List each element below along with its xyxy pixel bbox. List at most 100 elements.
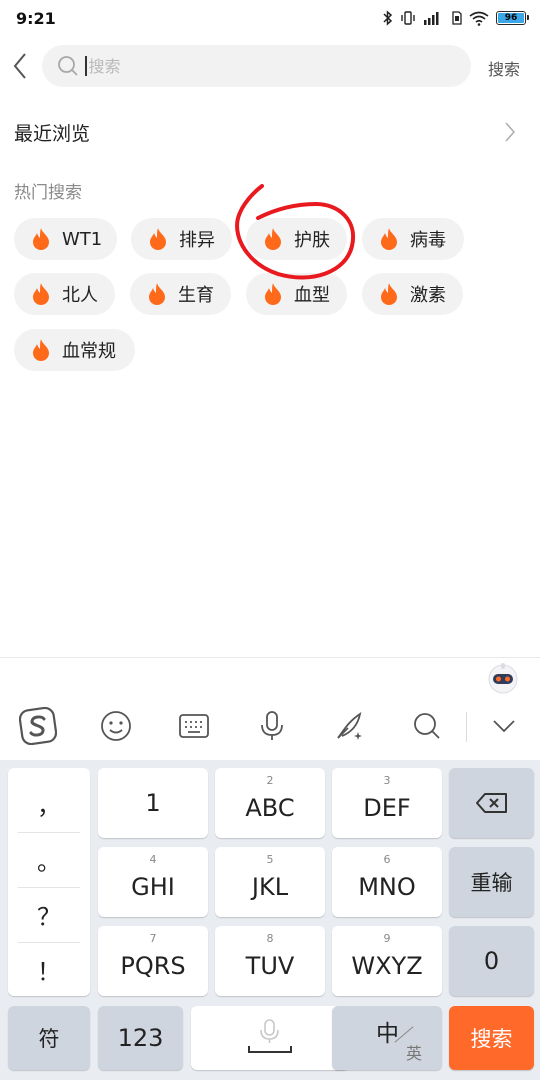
key-8[interactable]: 8 TUV <box>215 926 325 996</box>
reenter-key[interactable]: 重输 <box>449 847 534 917</box>
recent-browsing-row[interactable]: 最近浏览 <box>0 110 540 154</box>
wifi-icon <box>469 10 489 26</box>
key-exclamation[interactable]: ！ <box>18 942 80 997</box>
search-icon <box>414 713 440 739</box>
key-sub-label: 4 <box>149 853 157 866</box>
search-header: 搜索 <box>0 44 540 88</box>
flame-icon <box>33 283 49 305</box>
hide-keyboard-button[interactable] <box>484 706 524 746</box>
hot-tag-label: 生育 <box>178 285 214 306</box>
quill-icon <box>337 712 362 740</box>
key-2[interactable]: 2 ABC <box>215 768 325 838</box>
sogou-logo-button[interactable] <box>18 706 58 746</box>
recent-browsing-title: 最近浏览 <box>14 122 91 145</box>
hot-tag[interactable]: WT1 <box>14 218 117 260</box>
key-6[interactable]: 6 MNO <box>332 847 442 917</box>
sogou-icon <box>19 707 57 745</box>
search-icon <box>58 56 78 76</box>
flame-icon <box>381 283 397 305</box>
hot-tag-label: 血型 <box>294 285 330 306</box>
status-bar: 9:21 96 <box>0 0 540 36</box>
hot-tag[interactable]: 生育 <box>130 273 231 315</box>
punctuation-column: ， 。 ？ ！ <box>8 768 90 996</box>
key-9[interactable]: 9 WXYZ <box>332 926 442 996</box>
backspace-icon <box>475 793 507 813</box>
ime-search-button[interactable] <box>407 706 447 746</box>
key-main-label: GHI <box>131 873 175 901</box>
hot-tag[interactable]: 激素 <box>362 273 463 315</box>
key-sub-label: 9 <box>383 932 391 945</box>
keyboard-icon <box>179 714 209 738</box>
assistant-robot-icon[interactable] <box>485 660 521 696</box>
search-button[interactable]: 搜索 <box>488 56 520 80</box>
ime-toolbar <box>0 658 540 760</box>
hot-tag[interactable]: 排异 <box>131 218 232 260</box>
hot-tag[interactable]: 病毒 <box>362 218 464 260</box>
space-key[interactable] <box>191 1006 349 1070</box>
key-main-label: PQRS <box>120 952 186 980</box>
hot-tag-label: 护肤 <box>294 230 330 251</box>
hot-tag-label: WT1 <box>62 228 103 250</box>
sim-icon <box>452 10 462 26</box>
back-arrow-icon <box>13 53 26 79</box>
key-0[interactable]: 0 <box>449 926 534 996</box>
key-main-label: WXYZ <box>351 952 423 980</box>
flame-icon <box>149 283 165 305</box>
flame-icon <box>33 228 49 250</box>
emoji-button[interactable] <box>96 706 136 746</box>
hot-tag-label: 激素 <box>410 285 446 306</box>
hot-tag-label: 北人 <box>62 285 98 306</box>
key-4[interactable]: 4 GHI <box>98 847 208 917</box>
key-question[interactable]: ？ <box>18 887 80 942</box>
key-main-label: JKL <box>251 873 289 901</box>
key-main-label: ABC <box>245 794 295 822</box>
hot-search-title: 热门搜索 <box>14 183 82 203</box>
key-comma[interactable]: ， <box>18 776 80 831</box>
flame-icon <box>265 283 281 305</box>
hot-tag-label: 病毒 <box>410 230 446 251</box>
key-3[interactable]: 3 DEF <box>332 768 442 838</box>
hot-tag[interactable]: 护肤 <box>246 218 347 260</box>
vibrate-icon <box>400 10 416 26</box>
search-key[interactable]: 搜索 <box>449 1006 534 1070</box>
zh-label: 中 <box>376 1021 399 1047</box>
key-period[interactable]: 。 <box>18 832 80 887</box>
hot-tag[interactable]: 北人 <box>14 273 115 315</box>
back-button[interactable] <box>8 50 32 82</box>
key-7[interactable]: 7 PQRS <box>98 926 208 996</box>
symbol-key[interactable]: 符 <box>8 1006 90 1070</box>
en-label: 英 <box>406 1044 423 1063</box>
keyboard-switch-button[interactable] <box>174 706 214 746</box>
number-key[interactable]: 123 <box>98 1006 183 1070</box>
key-sub-label: 8 <box>266 932 274 945</box>
hot-tag[interactable]: 血常规 <box>14 329 135 371</box>
status-icons: 96 <box>383 10 529 26</box>
key-sub-label: 7 <box>149 932 157 945</box>
ime-keyboard: ， 。 ？ ！ 1 2 ABC 3 DEF 4 GHI 5 JKL 6 MNO … <box>0 760 540 1080</box>
flame-icon <box>33 339 49 361</box>
screen: 9:21 96 搜索 搜索 最近浏览 热门搜索 WT1 排异 护肤 病毒 北人 … <box>0 0 540 1080</box>
zh-en-switch-key[interactable]: 中 英 <box>332 1006 442 1070</box>
voice-input-button[interactable] <box>252 706 292 746</box>
hot-tag-label: 血常规 <box>62 341 116 362</box>
key-sub-label: 5 <box>266 853 274 866</box>
key-main-label: 1 <box>145 789 161 817</box>
chevron-right-icon <box>505 122 516 142</box>
hot-tag[interactable]: 血型 <box>246 273 347 315</box>
key-main-label: DEF <box>363 794 411 822</box>
key-1[interactable]: 1 <box>98 768 208 838</box>
handwriting-button[interactable] <box>330 706 370 746</box>
search-input[interactable] <box>86 56 427 76</box>
smiley-icon <box>101 711 131 741</box>
microphone-icon <box>248 1019 292 1053</box>
search-box[interactable] <box>42 45 471 87</box>
toolbar-divider <box>466 712 467 742</box>
status-time: 9:21 <box>16 8 56 28</box>
backspace-key[interactable] <box>449 768 534 838</box>
flame-icon <box>265 228 281 250</box>
battery-icon: 96 <box>496 11 529 25</box>
key-main-label: MNO <box>358 873 416 901</box>
key-5[interactable]: 5 JKL <box>215 847 325 917</box>
signal-icon <box>423 10 445 26</box>
battery-level: 96 <box>504 12 518 23</box>
